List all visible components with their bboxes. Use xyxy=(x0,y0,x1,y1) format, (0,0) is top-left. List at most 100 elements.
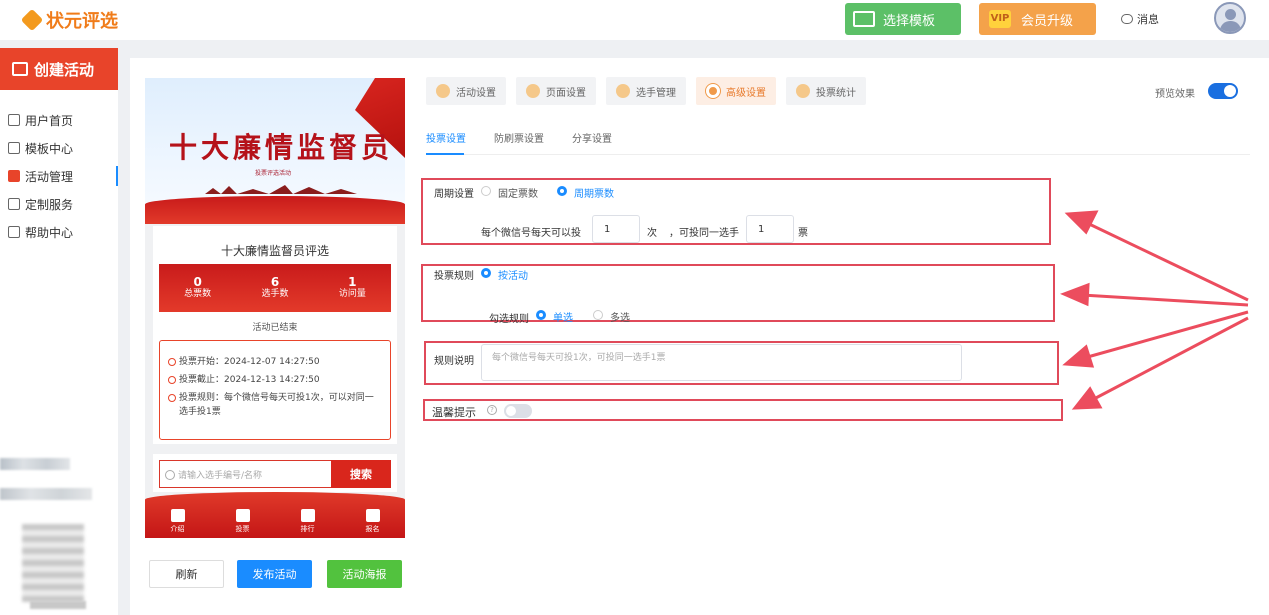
tab-player-management[interactable]: 选手管理 xyxy=(606,77,686,105)
stats-bar: 0 总票数 6 选手数 1 访问量 xyxy=(159,264,391,312)
cycle-label: 周期设置 xyxy=(434,189,474,200)
users-icon xyxy=(616,84,630,98)
sidebar: 创建活动 用户首页 模板中心 活动管理 定制服务 帮助中心 xyxy=(0,48,118,615)
radio-fixed-votes[interactable] xyxy=(481,186,491,196)
radio-single-label: 单选 xyxy=(553,313,573,324)
mobile-preview: 十大廉情监督员 投票评选活动 十大廉情监督员评选 0 总票数 6 选手数 1 访问量 … xyxy=(145,78,405,538)
tips-toggle[interactable] xyxy=(504,404,532,418)
clock-icon xyxy=(168,358,176,366)
stat-visits: 1 访问量 xyxy=(338,275,366,299)
banner: 十大廉情监督员 投票评选活动 xyxy=(145,78,405,224)
search-input[interactable]: 请输入选手编号/名称 xyxy=(159,460,331,488)
per-day-input[interactable]: 1 xyxy=(592,215,640,243)
avatar[interactable] xyxy=(1214,2,1246,34)
stat-total-votes: 0 总票数 xyxy=(184,275,212,299)
radio-cycle-votes-label: 周期票数 xyxy=(574,189,614,200)
sidebar-item-templates[interactable]: 模板中心 xyxy=(0,134,118,162)
tab-page-settings[interactable]: 页面设置 xyxy=(516,77,596,105)
bottom-tab-bar: 介绍 投票 排行 报名 xyxy=(145,492,405,538)
logo[interactable]: 状元评选 xyxy=(20,7,118,33)
ribbon-decoration xyxy=(145,196,405,224)
radio-single[interactable] xyxy=(536,310,546,320)
votes-unit: 票 xyxy=(798,228,808,239)
activity-icon xyxy=(8,170,20,182)
edit-icon xyxy=(365,509,380,522)
subtab-vote-settings[interactable]: 投票设置 xyxy=(426,130,466,145)
refresh-button[interactable]: 刷新 xyxy=(149,560,224,588)
gear-icon xyxy=(436,84,450,98)
clock-icon xyxy=(168,394,176,402)
create-activity-button[interactable]: 创建活动 xyxy=(0,48,118,90)
tab-activity-settings[interactable]: 活动设置 xyxy=(426,77,506,105)
settings-tabs: 活动设置 页面设置 选手管理 高级设置 投票统计 xyxy=(426,77,866,105)
desc-label: 规则说明 xyxy=(434,356,474,367)
radio-multi-label: 多选 xyxy=(610,313,630,324)
activity-info: 投票开始：2024-12-07 14:27:50 投票截止：2024-12-13… xyxy=(159,340,391,440)
sidebar-item-home[interactable]: 用户首页 xyxy=(0,106,118,134)
select-template-button[interactable]: 选择模板 xyxy=(845,3,961,35)
sidebar-item-activity[interactable]: 活动管理 xyxy=(0,162,118,190)
tab-vote[interactable]: 投票 xyxy=(210,492,275,538)
banner-subtitle: 投票评选活动 xyxy=(255,170,292,177)
help-icon xyxy=(8,226,20,238)
check-rule-label: 勾选规则 xyxy=(489,314,529,325)
radio-by-activity-label: 按活动 xyxy=(498,271,528,282)
same-player-input[interactable]: 1 xyxy=(746,215,794,243)
per-day-text: 每个微信号每天可以投 xyxy=(481,228,581,239)
banner-title: 十大廉情监督员 xyxy=(169,131,394,164)
tab-intro[interactable]: 介绍 xyxy=(145,492,210,538)
activity-status: 活动已结束 xyxy=(252,323,298,333)
clock-icon xyxy=(168,376,176,384)
link-icon xyxy=(8,198,20,210)
sidebar-nav: 用户首页 模板中心 活动管理 定制服务 帮助中心 xyxy=(0,106,118,246)
chat-icon xyxy=(1121,14,1133,24)
vip-upgrade-button[interactable]: VIP 会员升级 xyxy=(979,3,1096,35)
subtab-anti-fraud[interactable]: 防刷票设置 xyxy=(494,130,544,145)
preview-effect-toggle[interactable] xyxy=(1208,83,1238,99)
page-icon xyxy=(526,84,540,98)
divider xyxy=(426,154,1250,155)
active-tab-underline xyxy=(426,153,464,155)
book-icon xyxy=(170,509,185,522)
city-skyline xyxy=(205,185,357,194)
home-icon xyxy=(8,114,20,126)
activity-card: 十大廉情监督员评选 0 总票数 6 选手数 1 访问量 活动已结束 投票开始：2024… xyxy=(153,226,397,444)
blurred-text xyxy=(30,601,86,609)
sidebar-item-custom[interactable]: 定制服务 xyxy=(0,190,118,218)
subtab-share[interactable]: 分享设置 xyxy=(572,130,612,145)
tab-advanced-settings[interactable]: 高级设置 xyxy=(696,77,776,105)
blurred-text xyxy=(0,458,70,470)
qr-code xyxy=(22,524,84,602)
times-unit: 次 xyxy=(647,228,657,239)
activity-name: 十大廉情监督员评选 xyxy=(220,244,329,258)
tab-signup[interactable]: 报名 xyxy=(340,492,405,538)
tip-label: 温馨提示 xyxy=(432,406,476,419)
sidebar-item-help[interactable]: 帮助中心 xyxy=(0,218,118,246)
radio-multi[interactable] xyxy=(593,310,603,320)
info-end: 投票截止：2024-12-13 14:27:50 xyxy=(168,373,382,387)
rule-label: 投票规则 xyxy=(434,271,474,282)
question-icon[interactable]: ? xyxy=(487,405,497,415)
publish-button[interactable]: 发布活动 xyxy=(237,560,312,588)
tab-rank[interactable]: 排行 xyxy=(275,492,340,538)
logo-icon xyxy=(20,8,44,32)
home-icon xyxy=(235,509,250,522)
blurred-text xyxy=(0,488,92,500)
top-bar: 状元评选 选择模板 VIP 会员升级 消息 xyxy=(0,0,1269,40)
tab-vote-statistics[interactable]: 投票统计 xyxy=(786,77,866,105)
radio-fixed-votes-label: 固定票数 xyxy=(498,189,538,200)
radio-cycle-votes[interactable] xyxy=(557,186,567,196)
stat-players: 6 选手数 xyxy=(261,275,289,299)
trophy-icon xyxy=(300,509,315,522)
rule-description-textarea[interactable]: 每个微信号每天可投1次，可投同一选手1票 xyxy=(481,344,962,381)
chart-icon xyxy=(796,84,810,98)
plus-box-icon xyxy=(12,62,28,76)
preview-effect-label: 预览效果 xyxy=(1155,89,1195,100)
radio-by-activity[interactable] xyxy=(481,268,491,278)
search-button[interactable]: 搜索 xyxy=(331,460,391,488)
poster-button[interactable]: 活动海报 xyxy=(327,560,402,588)
messages-link[interactable]: 消息 xyxy=(1121,11,1159,27)
sub-tabs: 投票设置 防刷票设置 分享设置 xyxy=(426,130,612,145)
info-start: 投票开始：2024-12-07 14:27:50 xyxy=(168,355,382,369)
vip-icon: VIP xyxy=(989,10,1011,28)
